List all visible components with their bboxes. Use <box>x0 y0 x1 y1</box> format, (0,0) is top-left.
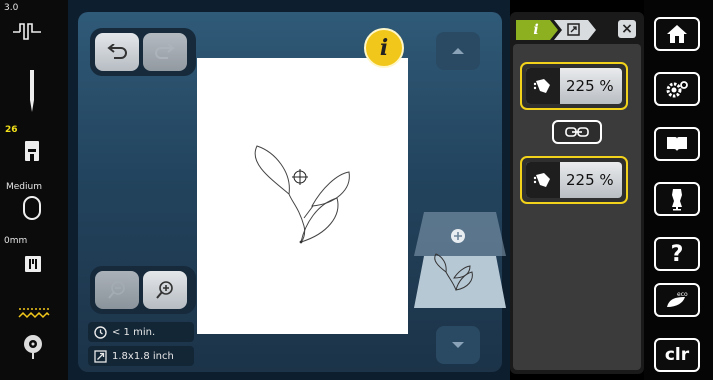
clear-button[interactable]: clr <box>654 338 700 372</box>
book-icon <box>667 137 687 151</box>
eco-icon: eco <box>667 291 688 307</box>
link-proportions-button[interactable] <box>552 120 602 144</box>
undo-icon <box>107 44 127 59</box>
stretch-horizontal-icon <box>526 68 560 104</box>
undo-redo-group <box>90 28 196 76</box>
scroll-up-button[interactable] <box>436 32 480 70</box>
zoom-in-button[interactable] <box>143 271 187 309</box>
info-button[interactable]: i <box>364 28 404 68</box>
undo-button[interactable] <box>95 33 139 71</box>
scale-horizontal-inner: 225 % <box>526 68 622 104</box>
panel-tabs: i <box>514 18 624 46</box>
scale-vertical-value: 225 % <box>566 171 614 189</box>
bobbin-icon[interactable] <box>22 333 44 363</box>
link-icon <box>565 127 589 137</box>
design-size-pill: 1.8x1.8 inch <box>88 346 194 366</box>
home-button[interactable] <box>654 17 700 51</box>
gear-icon <box>666 81 688 98</box>
zoom-out-icon <box>108 281 125 299</box>
setup-button[interactable] <box>654 72 700 106</box>
redo-button[interactable] <box>143 33 187 71</box>
time-estimate-text: < 1 min. <box>112 326 156 338</box>
leaf-design <box>254 145 350 244</box>
tab-info[interactable]: i <box>524 20 548 40</box>
tutorial-button[interactable] <box>654 127 700 161</box>
status-sidebar: 3.0 26 Medium 0mm <box>0 0 68 380</box>
hoop-canvas[interactable] <box>197 58 408 334</box>
scale-vertical-button[interactable]: 225 % <box>520 156 628 204</box>
scale-vertical-inner: 225 % <box>526 162 622 198</box>
presser-foot-number: 26 <box>5 125 18 135</box>
stitch-width-icon[interactable] <box>12 18 42 48</box>
presser-foot-icon[interactable] <box>24 140 40 166</box>
zoom-out-button[interactable] <box>95 271 139 309</box>
scale-horizontal-value: 225 % <box>566 77 614 95</box>
home-icon <box>667 25 687 43</box>
tab-resize[interactable] <box>554 20 594 40</box>
resize-icon <box>94 349 107 363</box>
zoom-group <box>90 266 196 314</box>
presser-pressure-label: Medium <box>6 182 42 192</box>
presser-pressure-icon[interactable] <box>22 196 42 224</box>
crosshair-icon <box>292 169 308 185</box>
arrow-up-icon <box>452 48 464 54</box>
scale-horizontal-button[interactable]: 225 % <box>520 62 628 110</box>
eco-button[interactable]: eco <box>654 283 700 317</box>
redo-icon <box>155 44 175 59</box>
scroll-down-button[interactable] <box>436 326 480 364</box>
clock-icon <box>94 325 107 339</box>
design-size-text: 1.8x1.8 inch <box>112 350 174 362</box>
time-estimate-pill: < 1 min. <box>88 322 194 342</box>
main-nav: ? eco clr <box>644 0 713 380</box>
stretch-vertical-icon <box>526 162 560 198</box>
close-button[interactable]: × <box>618 20 636 38</box>
eco-label: eco <box>677 291 688 298</box>
help-button[interactable]: ? <box>654 237 700 271</box>
stitch-plate-icon[interactable] <box>24 255 42 277</box>
needle-position-value: 0mm <box>4 236 28 246</box>
stitch-width-value: 3.0 <box>4 3 19 13</box>
creative-consultant-button[interactable] <box>654 182 700 216</box>
design-layer-panel[interactable] <box>412 210 508 314</box>
needle-icon[interactable] <box>25 70 39 118</box>
arrow-down-icon <box>452 342 464 348</box>
dress-form-icon <box>672 189 682 211</box>
thread-tension-icon[interactable] <box>18 305 50 324</box>
zoom-in-icon <box>156 281 173 299</box>
